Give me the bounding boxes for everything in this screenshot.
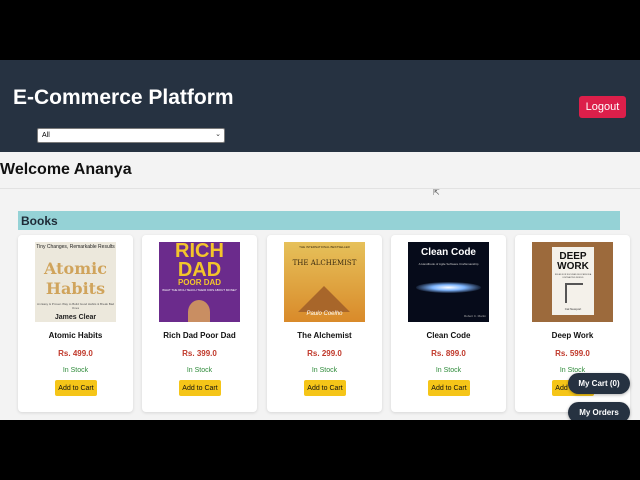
app-screen: E-Commerce Platform Logout All ⌄ Welcome… bbox=[0, 60, 640, 420]
product-title: Deep Work bbox=[551, 331, 594, 340]
product-card: Tiny Changes, Remarkable Results Atomic … bbox=[18, 235, 133, 412]
app-header: E-Commerce Platform Logout All ⌄ bbox=[0, 60, 640, 152]
stock-status: In Stock bbox=[311, 367, 338, 374]
lamp-illustration bbox=[565, 283, 583, 303]
product-price: Rs. 399.0 bbox=[182, 349, 217, 358]
cover-author: James Clear bbox=[54, 314, 97, 321]
pyramid-illustration bbox=[298, 286, 350, 312]
section-header: Books bbox=[18, 211, 620, 230]
add-to-cart-button[interactable]: Add to Cart bbox=[179, 380, 221, 396]
app-title: E-Commerce Platform bbox=[13, 86, 234, 109]
stock-status: In Stock bbox=[435, 367, 462, 374]
author-photo bbox=[188, 300, 210, 322]
category-select-value: All bbox=[42, 132, 50, 139]
logout-button[interactable]: Logout bbox=[579, 96, 626, 118]
add-to-cart-button[interactable]: Add to Cart bbox=[428, 380, 470, 396]
cover-author: Cal Newport bbox=[564, 307, 582, 311]
product-card: RICH DAD POOR DAD WHAT THE RICH TEACH TH… bbox=[142, 235, 257, 412]
cover-tagline: WHAT THE RICH TEACH THEIR KIDS ABOUT MON… bbox=[162, 288, 237, 292]
cover-author: Paulo Coelho bbox=[306, 311, 343, 317]
cover-subtitle: RULES FOR FOCUSED SUCCESS IN A DISTRACTE… bbox=[554, 274, 592, 279]
product-title: Atomic Habits bbox=[48, 331, 103, 340]
cover-title: RICH DAD bbox=[175, 242, 224, 281]
product-price: Rs. 899.0 bbox=[431, 349, 466, 358]
product-card: Clean Code A Handbook of Agile Software … bbox=[391, 235, 506, 412]
product-title: Clean Code bbox=[426, 331, 471, 340]
cover-panel: DEEP WORK RULES FOR FOCUSED SUCCESS IN A… bbox=[552, 247, 594, 315]
product-card: THE INTERNATIONAL BESTSELLER THE ALCHEMI… bbox=[267, 235, 382, 412]
my-cart-button[interactable]: My Cart (0) bbox=[568, 373, 630, 394]
book-cover-image[interactable]: RICH DAD POOR DAD WHAT THE RICH TEACH TH… bbox=[159, 242, 240, 322]
cover-title: DEEP WORK bbox=[557, 251, 589, 272]
product-title: The Alchemist bbox=[297, 331, 352, 340]
cover-tagline: Tiny Changes, Remarkable Results bbox=[36, 244, 115, 250]
cover-subtitle: A Handbook of Agile Software Craftsmansh… bbox=[418, 262, 479, 266]
stock-status: In Stock bbox=[62, 367, 89, 374]
category-select[interactable]: All ⌄ bbox=[37, 128, 225, 143]
cover-title: Atomic Habits bbox=[44, 259, 107, 298]
galaxy-illustration bbox=[416, 282, 481, 293]
divider bbox=[0, 188, 640, 189]
add-to-cart-button[interactable]: Add to Cart bbox=[304, 380, 346, 396]
product-price: Rs. 499.0 bbox=[58, 349, 93, 358]
section-title: Books bbox=[21, 213, 58, 228]
add-to-cart-button[interactable]: Add to Cart bbox=[55, 380, 97, 396]
cover-author: Robert C. Martin bbox=[463, 314, 486, 318]
book-cover-image[interactable]: Tiny Changes, Remarkable Results Atomic … bbox=[35, 242, 116, 322]
mouse-cursor-icon: ⇱ bbox=[433, 188, 440, 197]
my-orders-button[interactable]: My Orders bbox=[568, 402, 630, 420]
cover-tagline: THE INTERNATIONAL BESTSELLER bbox=[299, 245, 350, 249]
stock-status: In Stock bbox=[186, 367, 213, 374]
cover-title: THE ALCHEMIST bbox=[292, 259, 357, 267]
book-cover-image[interactable]: DEEP WORK RULES FOR FOCUSED SUCCESS IN A… bbox=[532, 242, 613, 322]
product-title: Rich Dad Poor Dad bbox=[163, 331, 236, 340]
book-cover-image[interactable]: THE INTERNATIONAL BESTSELLER THE ALCHEMI… bbox=[284, 242, 365, 322]
book-cover-image[interactable]: Clean Code A Handbook of Agile Software … bbox=[408, 242, 489, 322]
welcome-heading: Welcome Ananya bbox=[0, 161, 132, 178]
cover-title: Clean Code bbox=[420, 247, 476, 258]
product-price: Rs. 299.0 bbox=[307, 349, 342, 358]
cover-subtitle: An Easy & Proven Way to Build Good Habit… bbox=[36, 302, 115, 310]
product-price: Rs. 599.0 bbox=[555, 349, 590, 358]
cover-title-secondary: POOR DAD bbox=[177, 278, 222, 287]
chevron-down-icon: ⌄ bbox=[215, 131, 221, 138]
